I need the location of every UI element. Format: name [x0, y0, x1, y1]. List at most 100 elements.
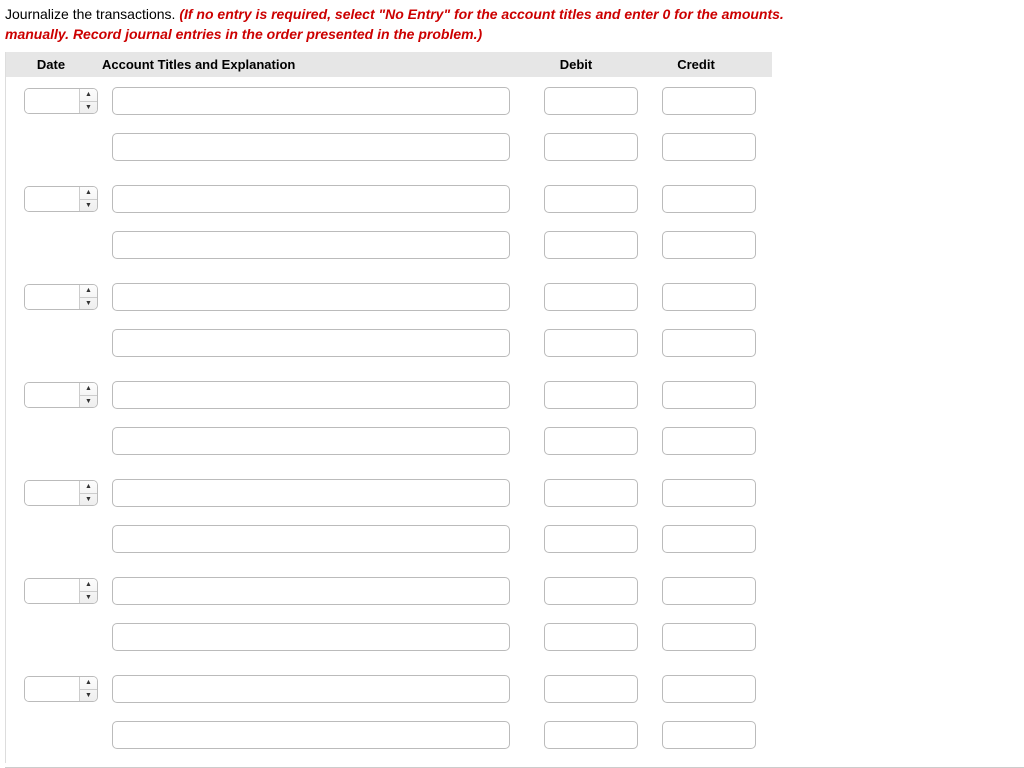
account-title-input[interactable]: [112, 577, 510, 605]
entry-line-2: [6, 611, 772, 665]
stepper-up-icon[interactable]: ▲: [80, 579, 97, 592]
date-stepper[interactable]: ▲▼: [24, 676, 98, 702]
date-stepper[interactable]: ▲▼: [24, 88, 98, 114]
credit-input[interactable]: [662, 623, 756, 651]
stepper-up-icon[interactable]: ▲: [80, 285, 97, 298]
stepper-buttons: ▲▼: [79, 383, 97, 407]
account-title-input[interactable]: [112, 623, 510, 651]
stepper-up-icon[interactable]: ▲: [80, 187, 97, 200]
credit-input[interactable]: [662, 479, 756, 507]
stepper-up-icon[interactable]: ▲: [80, 89, 97, 102]
account-title-input[interactable]: [112, 525, 510, 553]
entry-line-2: [6, 121, 772, 175]
journal-table: Date Account Titles and Explanation Debi…: [5, 52, 772, 763]
stepper-buttons: ▲▼: [79, 187, 97, 211]
date-stepper[interactable]: ▲▼: [24, 480, 98, 506]
journal-entry: ▲▼: [6, 273, 772, 371]
credit-input[interactable]: [662, 133, 756, 161]
stepper-buttons: ▲▼: [79, 481, 97, 505]
journal-entry: ▲▼: [6, 371, 772, 469]
journal-entry: ▲▼: [6, 175, 772, 273]
account-title-input[interactable]: [112, 675, 510, 703]
stepper-down-icon[interactable]: ▼: [80, 494, 97, 506]
journal-entry: ▲▼: [6, 77, 772, 175]
date-stepper[interactable]: ▲▼: [24, 284, 98, 310]
debit-input[interactable]: [544, 185, 638, 213]
date-input[interactable]: [25, 89, 79, 113]
instruction-emph-2: manually. Record journal entries in the …: [5, 26, 482, 42]
date-input[interactable]: [25, 677, 79, 701]
account-title-input[interactable]: [112, 87, 510, 115]
entry-line-2: [6, 317, 772, 371]
debit-input[interactable]: [544, 231, 638, 259]
table-header: Date Account Titles and Explanation Debi…: [6, 52, 772, 77]
date-input[interactable]: [25, 383, 79, 407]
stepper-down-icon[interactable]: ▼: [80, 690, 97, 702]
journal-entry: ▲▼: [6, 665, 772, 763]
account-title-input[interactable]: [112, 427, 510, 455]
account-title-input[interactable]: [112, 231, 510, 259]
account-title-input[interactable]: [112, 283, 510, 311]
date-stepper[interactable]: ▲▼: [24, 382, 98, 408]
debit-input[interactable]: [544, 381, 638, 409]
debit-input[interactable]: [544, 283, 638, 311]
credit-input[interactable]: [662, 525, 756, 553]
debit-input[interactable]: [544, 479, 638, 507]
entry-line-2: [6, 219, 772, 273]
debit-input[interactable]: [544, 623, 638, 651]
credit-input[interactable]: [662, 381, 756, 409]
debit-input[interactable]: [544, 675, 638, 703]
account-title-input[interactable]: [112, 133, 510, 161]
stepper-up-icon[interactable]: ▲: [80, 677, 97, 690]
account-title-input[interactable]: [112, 381, 510, 409]
instruction-emph-1: (If no entry is required, select "No Ent…: [175, 6, 783, 22]
header-date: Date: [6, 57, 96, 72]
debit-input[interactable]: [544, 427, 638, 455]
entry-line-1: ▲▼: [6, 567, 772, 611]
credit-input[interactable]: [662, 577, 756, 605]
account-title-input[interactable]: [112, 479, 510, 507]
debit-input[interactable]: [544, 525, 638, 553]
date-input[interactable]: [25, 285, 79, 309]
account-title-input[interactable]: [112, 185, 510, 213]
debit-input[interactable]: [544, 87, 638, 115]
entry-line-1: ▲▼: [6, 371, 772, 415]
stepper-down-icon[interactable]: ▼: [80, 396, 97, 408]
credit-input[interactable]: [662, 283, 756, 311]
debit-input[interactable]: [544, 329, 638, 357]
date-stepper[interactable]: ▲▼: [24, 578, 98, 604]
credit-input[interactable]: [662, 721, 756, 749]
instruction-text: Journalize the transactions. (If no entr…: [5, 5, 1024, 44]
header-debit: Debit: [516, 57, 636, 72]
entry-line-1: ▲▼: [6, 665, 772, 709]
journal-entry: ▲▼: [6, 469, 772, 567]
credit-input[interactable]: [662, 231, 756, 259]
entry-line-2: [6, 415, 772, 469]
stepper-buttons: ▲▼: [79, 579, 97, 603]
date-input[interactable]: [25, 187, 79, 211]
stepper-buttons: ▲▼: [79, 677, 97, 701]
debit-input[interactable]: [544, 577, 638, 605]
journal-entry: ▲▼: [6, 567, 772, 665]
stepper-up-icon[interactable]: ▲: [80, 383, 97, 396]
account-title-input[interactable]: [112, 721, 510, 749]
date-input[interactable]: [25, 579, 79, 603]
credit-input[interactable]: [662, 329, 756, 357]
stepper-up-icon[interactable]: ▲: [80, 481, 97, 494]
stepper-down-icon[interactable]: ▼: [80, 298, 97, 310]
date-input[interactable]: [25, 481, 79, 505]
credit-input[interactable]: [662, 185, 756, 213]
stepper-down-icon[interactable]: ▼: [80, 592, 97, 604]
debit-input[interactable]: [544, 721, 638, 749]
stepper-down-icon[interactable]: ▼: [80, 200, 97, 212]
header-account: Account Titles and Explanation: [96, 57, 516, 72]
stepper-buttons: ▲▼: [79, 285, 97, 309]
date-stepper[interactable]: ▲▼: [24, 186, 98, 212]
entry-line-1: ▲▼: [6, 469, 772, 513]
account-title-input[interactable]: [112, 329, 510, 357]
debit-input[interactable]: [544, 133, 638, 161]
credit-input[interactable]: [662, 87, 756, 115]
credit-input[interactable]: [662, 675, 756, 703]
credit-input[interactable]: [662, 427, 756, 455]
stepper-down-icon[interactable]: ▼: [80, 102, 97, 114]
